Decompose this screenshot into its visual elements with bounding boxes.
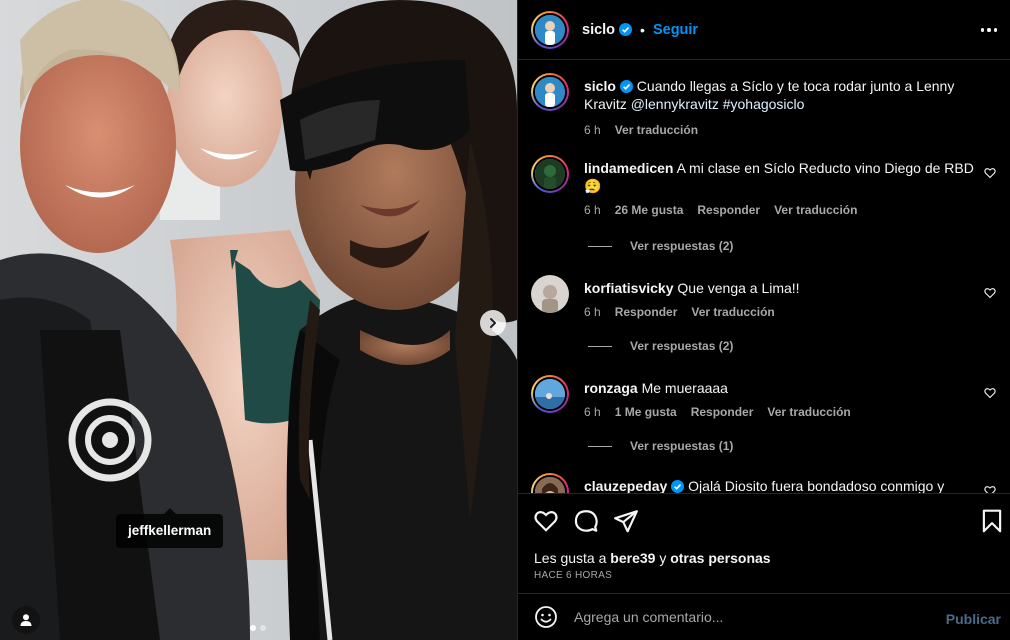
caption-translate-button[interactable]: Ver traducción [615,121,698,139]
post-actions: Les gusta a bere39 y otras personas HACE… [518,493,1010,593]
caption-mention-link[interactable]: @lennykravitz [631,96,719,112]
comment-time: 6 h [584,305,601,319]
chevron-right-icon [490,318,496,328]
heart-icon[interactable] [984,287,996,299]
comment-text: Me mueraaaa [641,380,728,396]
view-replies-button[interactable]: Ver respuestas (2) [588,339,733,353]
heart-icon[interactable] [984,387,996,399]
verified-icon [619,23,633,36]
comment-likes[interactable]: 26 Me gusta [615,201,684,219]
translate-button[interactable]: Ver traducción [767,403,850,421]
comment-composer: Publicar [518,593,1010,640]
comment-row: korfiatisvicky Que venga a Lima!! 6 h Re… [531,275,996,335]
commenter-avatar[interactable] [531,275,569,313]
comment-username[interactable]: clauzepeday [584,478,667,493]
commenter-avatar[interactable] [531,473,569,493]
heart-icon[interactable] [533,508,559,534]
commenter-avatar[interactable] [531,375,569,413]
likes-summary[interactable]: Les gusta a bere39 y otras personas [534,550,771,566]
share-icon[interactable] [613,508,639,534]
commenter-avatar[interactable] [531,155,569,193]
verified-icon [671,480,685,493]
post-header: siclo • Seguir [518,0,1010,60]
comment-row: ronzaga Me mueraaaa 6 h 1 Me gusta Respo… [531,375,996,435]
verified-icon [619,80,633,93]
heart-icon[interactable] [984,485,996,493]
author-avatar[interactable] [531,10,569,49]
likes-prefix: Les gusta a [534,550,611,566]
comment-icon[interactable] [573,508,599,534]
likes-user-link[interactable]: bere39 [610,550,655,566]
reply-button[interactable]: Responder [615,303,678,321]
selfie-image [0,0,517,640]
caption-username[interactable]: siclo [584,78,616,94]
publish-button[interactable]: Publicar [946,611,1001,627]
comment-text: Que venga a Lima!! [677,280,800,296]
comment-input[interactable] [574,609,914,625]
comment-username[interactable]: korfiatisvicky [584,280,674,296]
more-options-icon[interactable] [979,20,999,40]
heart-icon[interactable] [984,167,996,179]
likes-middle: y [655,550,671,566]
caption-row: siclo Cuando llegas a Síclo y te toca ro… [531,73,996,151]
comment-username[interactable]: ronzaga [584,380,638,396]
next-photo-button[interactable] [480,310,506,336]
carousel-dot-active [250,625,256,631]
comment-time: 6 h [584,405,601,419]
caption-hashtag-link[interactable]: #yohagosiclo [723,96,805,112]
translate-button[interactable]: Ver traducción [691,303,774,321]
post-time-ago: HACE 6 HORAS [534,570,613,581]
comment-time: 6 h [584,203,601,217]
carousel-dot [260,625,266,631]
carousel-indicator [250,625,266,631]
follow-button[interactable]: Seguir [653,22,698,38]
reply-button[interactable]: Responder [697,201,760,219]
caption-time: 6 h [584,123,601,137]
author-avatar[interactable] [531,73,569,111]
view-replies-button[interactable]: Ver respuestas (2) [588,239,733,253]
reply-button[interactable]: Responder [691,403,754,421]
comment-username[interactable]: lindamedicen [584,160,673,176]
user-tag-icon [20,614,32,626]
author-username[interactable]: siclo [582,22,615,38]
comments-list[interactable]: siclo Cuando llegas a Síclo y te toca ro… [518,61,1010,493]
bookmark-icon[interactable] [979,508,1005,534]
view-replies-button[interactable]: Ver respuestas (1) [588,439,733,453]
likes-others-link[interactable]: otras personas [670,550,770,566]
tagged-user-label[interactable]: jeffkellerman [116,508,224,548]
post-photo[interactable]: jeffkellerman [0,0,517,640]
header-separator: • [640,21,645,38]
show-tags-button[interactable] [12,606,40,634]
comment-row: lindamedicen A mi clase en Síclo Reducto… [531,155,996,225]
emoji-icon[interactable] [534,605,558,629]
comment-text: Ojalá Diosito fuera bondadoso conmigo y [688,478,945,493]
comment-likes[interactable]: 1 Me gusta [615,403,677,421]
comment-row: clauzepeday Ojalá Diosito fuera bondados… [531,473,996,493]
post-side-panel: siclo • Seguir siclo Cuando llegas a Síc… [517,0,1010,640]
translate-button[interactable]: Ver traducción [774,201,857,219]
